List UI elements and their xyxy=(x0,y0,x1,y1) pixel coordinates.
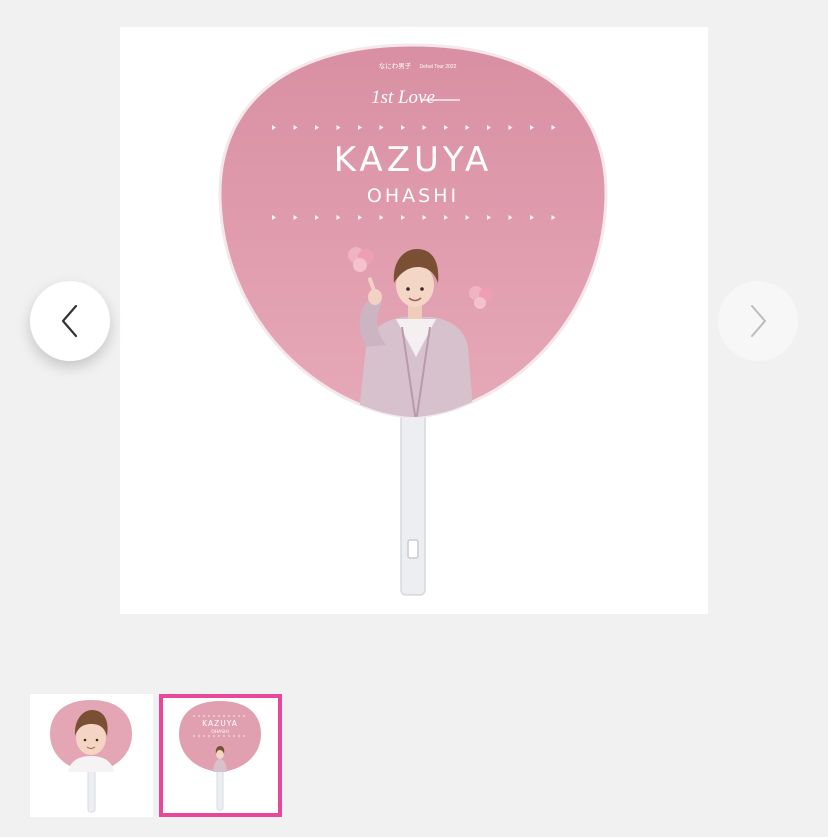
chevron-left-icon xyxy=(61,304,78,338)
handle-slot xyxy=(407,539,419,559)
main-product-image: なにわ男子 Debut Tour 2022 1st Love KAZUYA OH… xyxy=(120,27,708,614)
script-title-text: 1st Love xyxy=(371,87,435,108)
next-image-button[interactable] xyxy=(718,281,798,361)
uchiwa-fan-illustration: なにわ男子 Debut Tour 2022 1st Love KAZUYA OH… xyxy=(218,43,608,596)
group-name-text: なにわ男子 xyxy=(379,62,412,70)
thumbnail-strip: KAZUYA OHASHI xyxy=(30,694,282,817)
thumb-last-name: OHASHI xyxy=(211,729,229,735)
thumbnail-photo-fan[interactable] xyxy=(30,694,153,817)
tour-name-text: Debut Tour 2022 xyxy=(420,64,457,70)
thumbnail-name-fan-image: KAZUYA OHASHI xyxy=(179,701,261,811)
previous-image-button[interactable] xyxy=(30,281,110,361)
chevron-right-icon xyxy=(751,305,766,337)
thumb-first-name: KAZUYA xyxy=(202,719,238,728)
first-name-text: KAZUYA xyxy=(334,140,493,180)
thumbnail-name-fan[interactable]: KAZUYA OHASHI xyxy=(159,694,282,817)
thumbnail-photo-fan-image xyxy=(50,700,132,813)
fan-handle xyxy=(400,409,426,596)
last-name-text: OHASHI xyxy=(367,185,459,207)
